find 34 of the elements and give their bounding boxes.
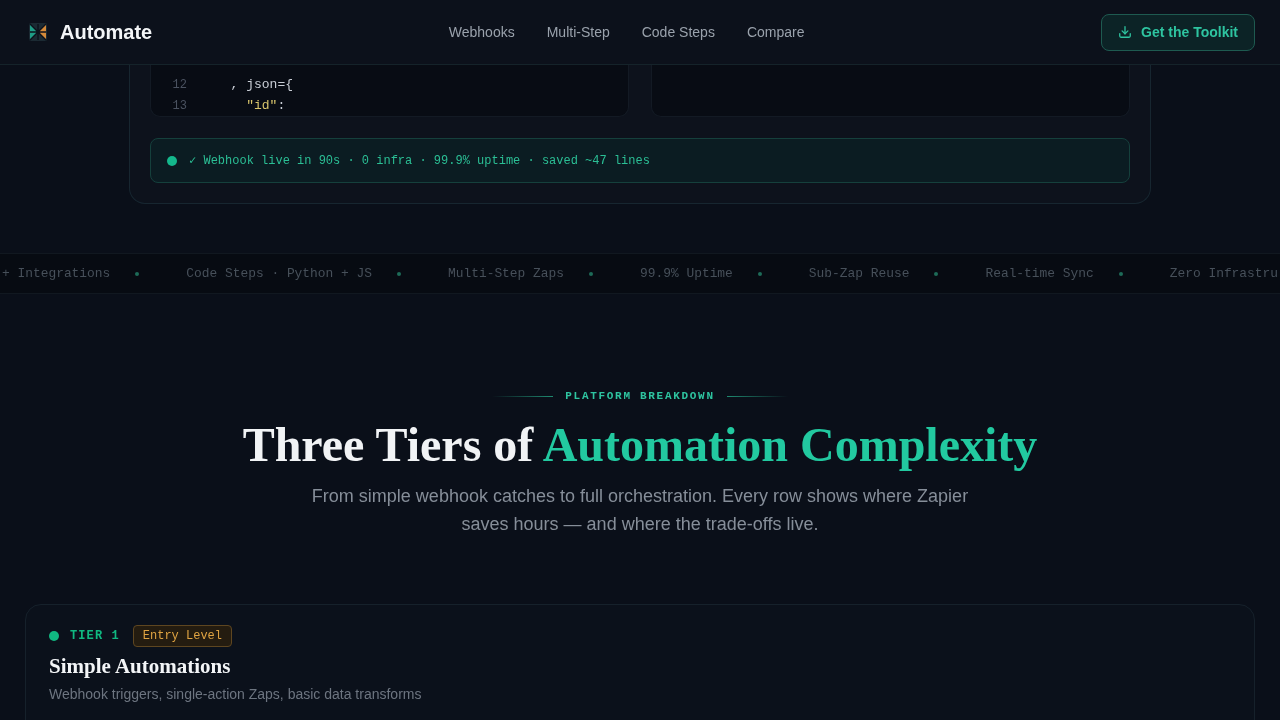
tier-label: TIER 1 <box>70 629 120 643</box>
nav-link[interactable]: Webhooks <box>448 24 515 40</box>
ticker-item: Code Steps · Python + JS <box>186 266 372 281</box>
ticker-item: Multi-Step Zaps <box>447 266 564 281</box>
code-line: , json={ <box>229 77 293 92</box>
ticker-item: 99.9% Uptime <box>640 266 733 281</box>
separator-dot-icon <box>1118 271 1123 276</box>
section-title: Three Tiers of Automation Complexity <box>241 417 1039 473</box>
download-icon <box>1118 25 1133 39</box>
separator-dot-icon <box>757 271 762 276</box>
ticker-item: Real-time Sync <box>985 266 1094 281</box>
brand-name: Automate <box>60 20 153 44</box>
separator-dot-icon <box>934 271 939 276</box>
section-eyebrow: PLATFORM BREAKDOWN <box>565 390 715 402</box>
logo-icon <box>29 23 47 41</box>
tier-title: Simple Automations <box>49 653 232 679</box>
separator-dot-icon <box>135 271 140 276</box>
separator-dot-icon <box>396 271 401 276</box>
code-line: "id": <box>245 98 286 113</box>
section-subtitle: From simple webhook catches to full orchestration. Every row shows where Zapier saves hours — and where the trade-offs live. <box>310 485 970 536</box>
nav-link[interactable]: Multi-Step <box>546 24 610 40</box>
level-badge: Entry Level <box>132 625 233 647</box>
line-number: 13 <box>171 98 187 113</box>
ticker-item: Zero Infrastru <box>1169 266 1279 281</box>
status-text: ✓ Webhook live in 90s · 0 infra · 99.9% uptime · saved ~47 lines <box>189 153 650 168</box>
status-dot-icon <box>167 155 177 166</box>
ticker-item: + Integrations <box>2 266 111 281</box>
tier-description: Webhook triggers, single-action Zaps, basic data transforms <box>49 685 423 704</box>
line-number: 12 <box>171 77 187 92</box>
nav-link[interactable]: Code Steps <box>641 24 715 40</box>
nav-link[interactable]: Compare <box>746 24 805 40</box>
toolkit-button[interactable]: Get the Toolkit <box>1101 13 1255 51</box>
separator-dot-icon <box>589 271 593 276</box>
ticker-item: Sub-Zap Reuse <box>808 266 910 281</box>
